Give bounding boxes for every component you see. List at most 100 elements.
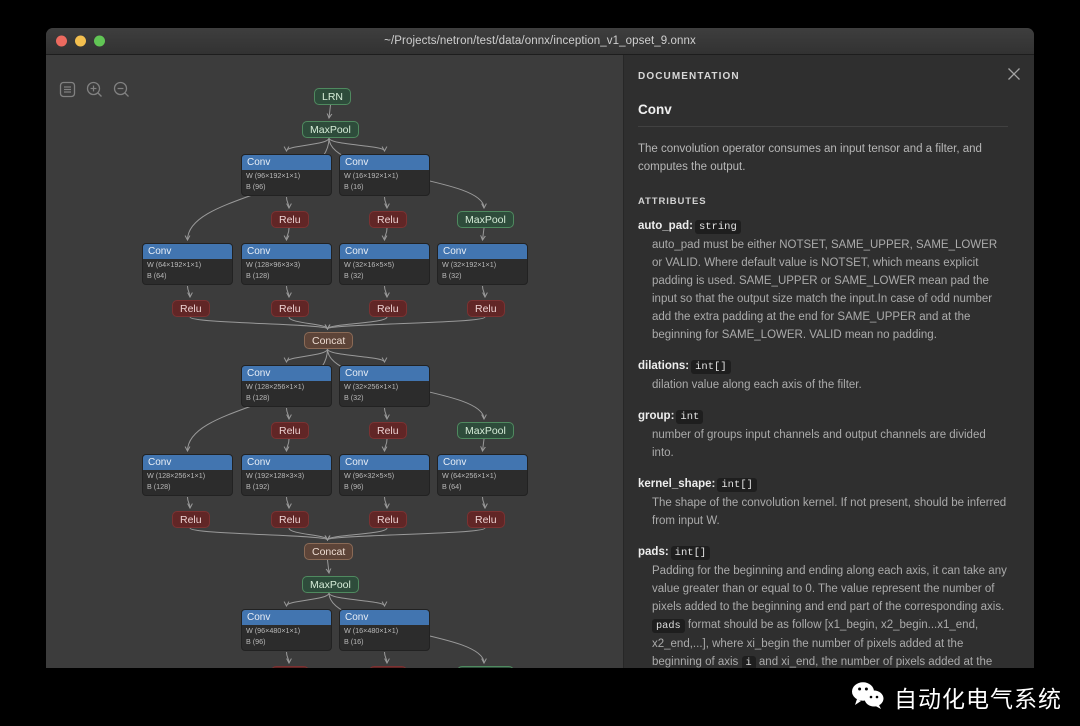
attribute-description: The shape of the convolution kernel. If … — [652, 497, 1007, 527]
app-window: ~/Projects/netron/test/data/onnx/incepti… — [46, 28, 1034, 668]
node-param-row: B (16) — [340, 636, 429, 650]
graph-node-conv[interactable]: Conv W (192×128×3×3) B (192) — [241, 454, 332, 496]
graph-node-maxpool[interactable]: MaxPool — [302, 121, 359, 138]
graph-node-conv[interactable]: Conv W (64×256×1×1) B (64) — [437, 454, 528, 496]
node-param-row: W (96×480×1×1) — [242, 625, 331, 636]
operator-summary: The convolution operator consumes an inp… — [638, 143, 982, 173]
graph-node-conv[interactable]: Conv W (128×256×1×1) B (128) — [241, 365, 332, 407]
graph-edge — [482, 496, 486, 508]
node-label: Relu — [377, 514, 399, 526]
graph-edge — [287, 438, 290, 451]
attribute-type: int[] — [691, 360, 731, 374]
graph-node-relu[interactable]: Relu — [369, 666, 407, 668]
graph-edge — [187, 285, 191, 297]
graph-node-relu[interactable]: Relu — [271, 422, 309, 439]
node-label: Relu — [377, 214, 399, 226]
graph-node-relu[interactable]: Relu — [467, 511, 505, 528]
attribute-type: int[] — [717, 478, 757, 492]
attributes-list: auto_pad: string auto_pad must be either N… — [638, 220, 1008, 668]
graph-canvas[interactable]: LRN MaxPool Conv W (96×192×1×1) B (96) Conv W … — [46, 55, 623, 668]
graph-node-maxpool[interactable]: MaxPool — [457, 422, 514, 439]
graph-node-conv[interactable]: Conv W (96×480×1×1) B (96) — [241, 609, 332, 651]
graph-node-maxpool[interactable]: MaxPool — [457, 211, 514, 228]
graph-node-maxpool[interactable]: MaxPool — [457, 666, 514, 668]
node-param-row: W (32×16×5×5) — [340, 259, 429, 270]
graph-node-conv[interactable]: Conv W (32×16×5×5) B (32) — [339, 243, 430, 285]
node-param-row: B (64) — [438, 481, 527, 495]
graph-node-lrn[interactable]: LRN — [314, 88, 352, 105]
node-header: Conv — [242, 366, 331, 381]
graph-edge — [287, 137, 330, 151]
node-param-value: B (128) — [147, 482, 171, 491]
graph-pane[interactable]: LRN MaxPool Conv W (96×192×1×1) B (96) Conv W … — [46, 55, 624, 668]
node-param-row: B (128) — [242, 392, 331, 406]
zoom-out-icon[interactable] — [112, 80, 131, 99]
node-param-value: W (128×256×1×1) — [147, 471, 206, 480]
graph-node-conv[interactable]: Conv W (128×256×1×1) B (128) — [142, 454, 233, 496]
node-label: Relu — [279, 425, 301, 437]
graph-node-relu[interactable]: Relu — [369, 211, 407, 228]
graph-node-relu[interactable]: Relu — [172, 511, 210, 528]
node-header: Conv — [242, 610, 331, 625]
attribute-name: group: int — [638, 410, 1008, 424]
node-header: Conv — [143, 244, 232, 259]
watermark-text: 自动化电气系统 — [894, 687, 1062, 713]
graph-node-relu[interactable]: Relu — [369, 422, 407, 439]
graph-node-concat[interactable]: Concat — [304, 332, 354, 349]
node-label: Relu — [180, 303, 202, 315]
node-param-value: W (32×256×1×1) — [344, 382, 399, 391]
node-param-row: B (128) — [242, 270, 331, 284]
graph-edge — [384, 407, 388, 419]
node-param-row: B (64) — [143, 270, 232, 284]
graph-edge — [328, 527, 388, 540]
node-param-value: W (16×192×1×1) — [344, 171, 399, 180]
attribute-description: number of groups input channels and outp… — [652, 429, 986, 459]
window-title: ~/Projects/netron/test/data/onnx/incepti… — [384, 35, 696, 47]
graph-node-concat[interactable]: Concat — [304, 543, 354, 560]
graph-node-maxpool[interactable]: MaxPool — [302, 576, 359, 593]
graph-node-conv[interactable]: Conv W (16×480×1×1) B (16) — [339, 609, 430, 651]
graph-node-relu[interactable]: Relu — [172, 300, 210, 317]
window-body: LRN MaxPool Conv W (96×192×1×1) B (96) Conv W … — [46, 55, 1034, 668]
node-label: Relu — [279, 214, 301, 226]
graph-edge — [288, 527, 328, 540]
graph-node-conv[interactable]: Conv W (64×192×1×1) B (64) — [142, 243, 233, 285]
graph-node-relu[interactable]: Relu — [369, 300, 407, 317]
documentation-pane: DOCUMENTATION Conv The convolution opera… — [624, 55, 1034, 668]
graph-node-relu[interactable]: Relu — [369, 511, 407, 528]
node-param-value: W (128×96×3×3) — [246, 260, 301, 269]
attribute-type: int[] — [670, 546, 711, 560]
node-param-value: B (32) — [442, 271, 462, 280]
graph-node-conv[interactable]: Conv W (96×192×1×1) B (96) — [241, 154, 332, 196]
graph-edge — [384, 496, 388, 508]
node-param-row: B (96) — [242, 636, 331, 650]
sidebar-toggle-icon[interactable] — [58, 80, 77, 99]
graph-node-conv[interactable]: Conv W (96×32×5×5) B (96) — [339, 454, 430, 496]
node-param-value: B (16) — [344, 182, 364, 191]
graph-node-conv[interactable]: Conv W (32×256×1×1) B (32) — [339, 365, 430, 407]
node-param-value: B (128) — [246, 271, 270, 280]
zoom-in-icon[interactable] — [85, 80, 104, 99]
wechat-icon — [851, 681, 885, 714]
graph-edge — [384, 196, 388, 208]
node-param-value: B (128) — [246, 393, 270, 402]
graph-node-relu[interactable]: Relu — [467, 300, 505, 317]
graph-node-conv[interactable]: Conv W (32×192×1×1) B (32) — [437, 243, 528, 285]
graph-edge — [385, 227, 388, 240]
attribute-description: auto_pad must be either NOTSET, SAME_UPP… — [652, 239, 998, 341]
graph-node-relu[interactable]: Relu — [271, 211, 309, 228]
node-label: Relu — [279, 514, 301, 526]
graph-node-relu[interactable]: Relu — [271, 511, 309, 528]
graph-edge — [287, 592, 330, 606]
node-param-value: W (96×192×1×1) — [246, 171, 301, 180]
graph-node-conv[interactable]: Conv W (16×192×1×1) B (16) — [339, 154, 430, 196]
attribute-type: string — [694, 220, 741, 234]
node-param-row: B (32) — [340, 270, 429, 284]
graph-node-conv[interactable]: Conv W (128×96×3×3) B (128) — [241, 243, 332, 285]
graph-node-relu[interactable]: Relu — [271, 666, 309, 668]
graph-edge — [384, 285, 388, 297]
graph-node-relu[interactable]: Relu — [271, 300, 309, 317]
documentation-content[interactable]: DOCUMENTATION Conv The convolution opera… — [624, 55, 1034, 668]
node-param-row: B (16) — [340, 181, 429, 195]
operator-name: Conv — [638, 102, 1008, 127]
